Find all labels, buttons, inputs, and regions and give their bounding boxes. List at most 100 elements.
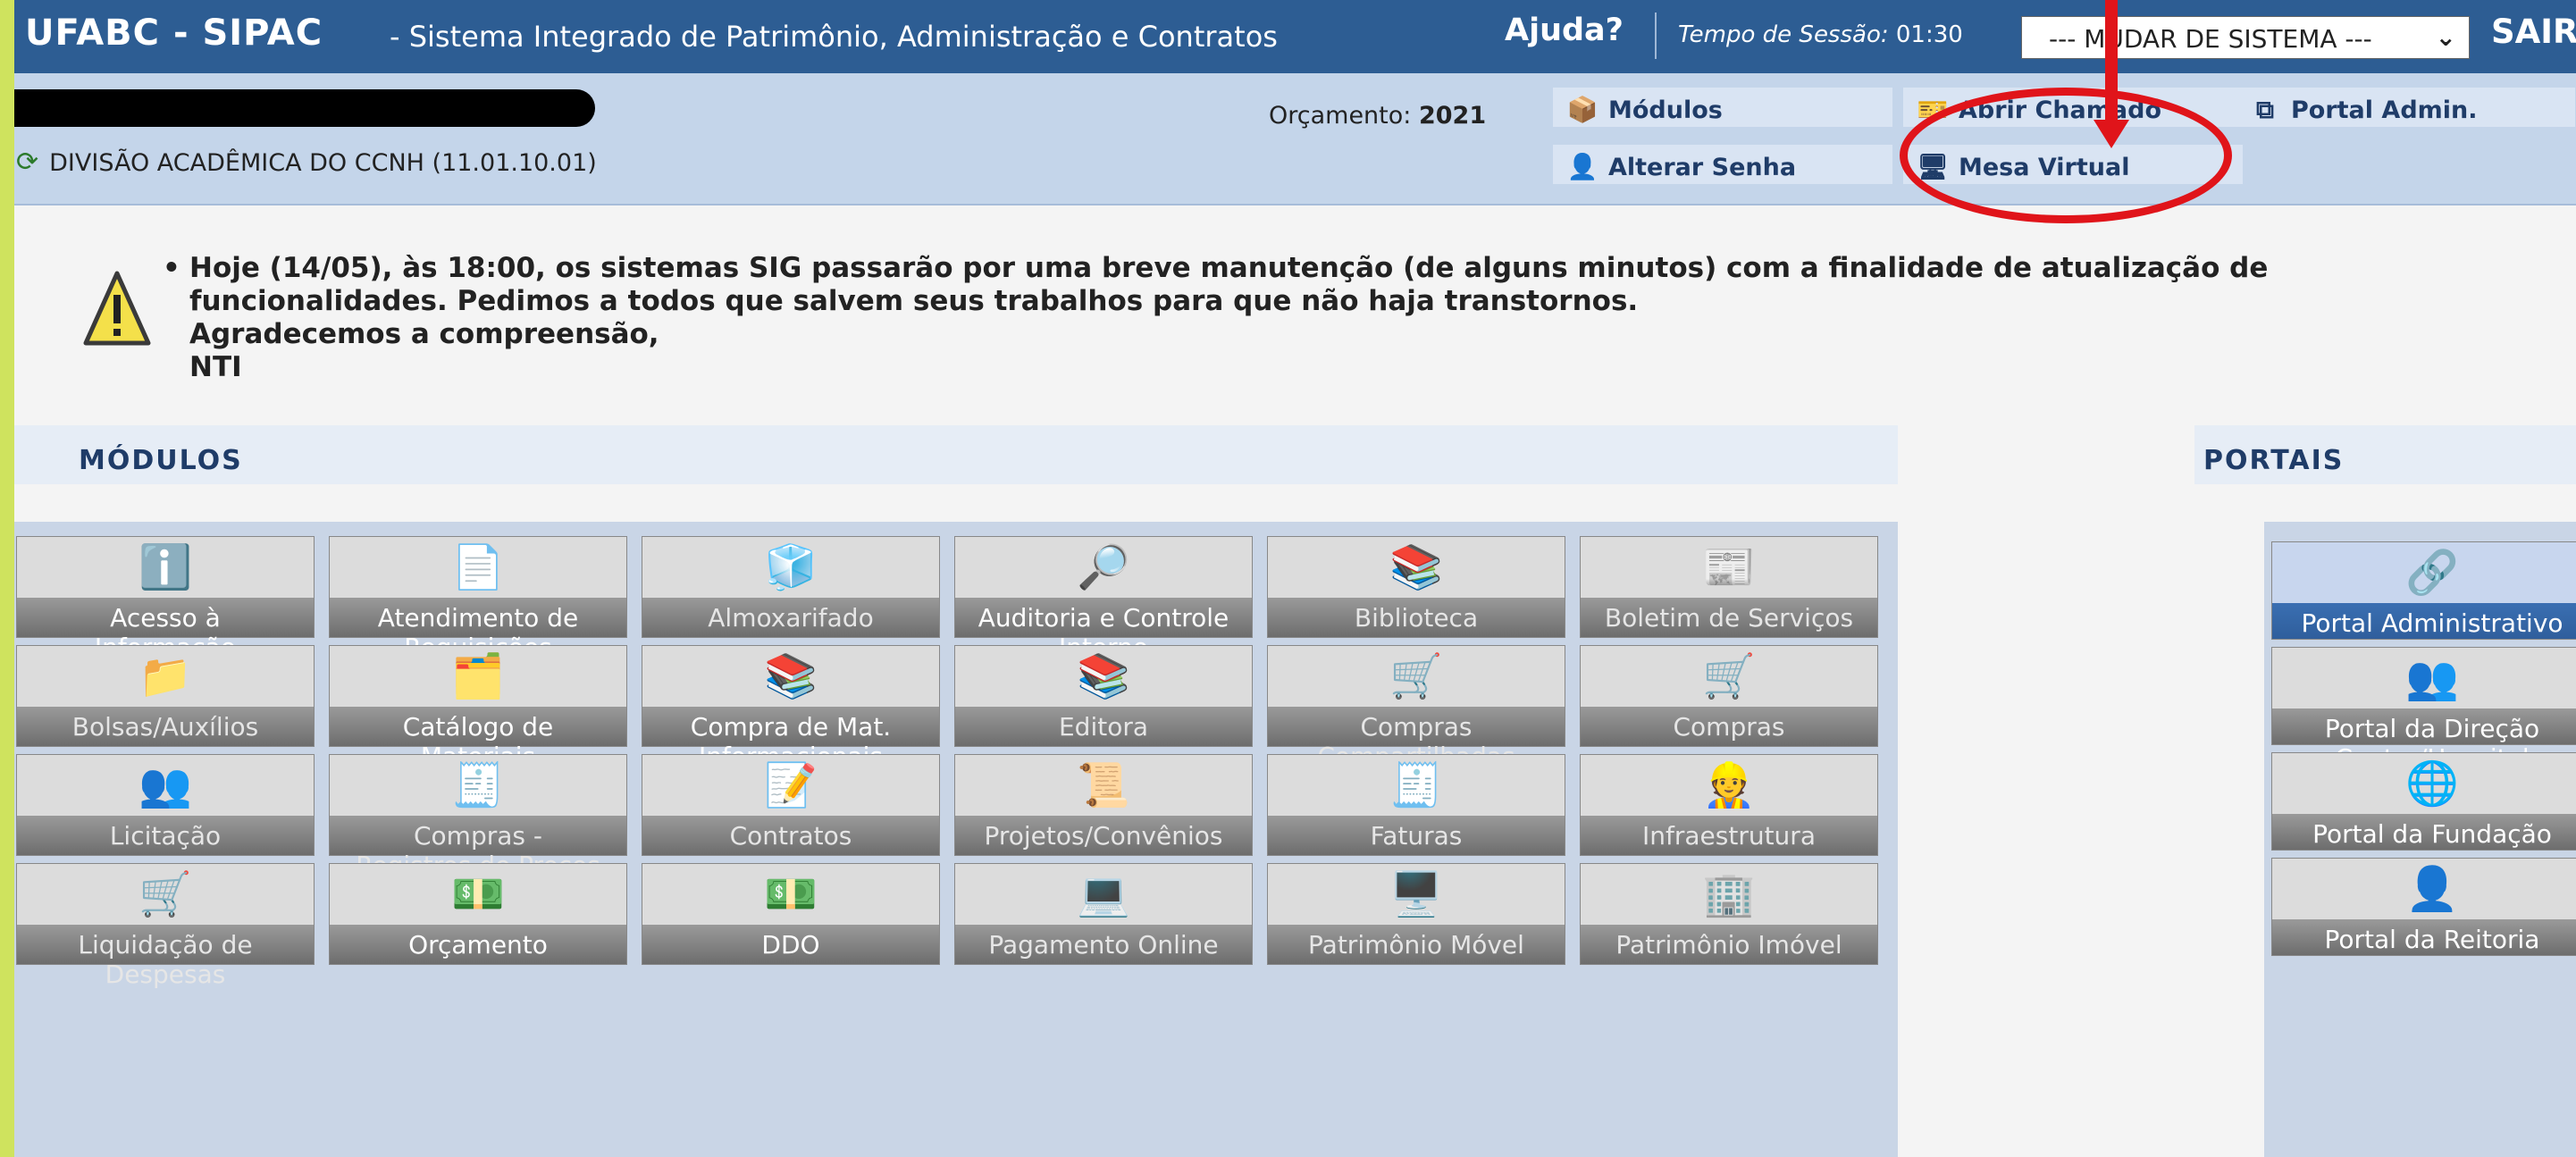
boxes-icon: 🧊 (764, 542, 818, 592)
module-tile[interactable]: ℹ️Acesso àInformação (16, 536, 315, 662)
module-tile[interactable]: 🧊 Almoxarifado (642, 536, 940, 638)
cart-icon: 🛒 (138, 869, 192, 919)
portal-tile[interactable]: 👤 Portal da Reitoria (2271, 858, 2576, 956)
user-unit: ⟳ DIVISÃO ACADÊMICA DO CCNH (11.01.10.01) (16, 147, 597, 178)
module-tile[interactable]: 📁 Bolsas/Auxílios (16, 645, 315, 747)
module-label-line: Catálogo de (402, 712, 554, 742)
chevron-down-icon: ⌄ (2435, 22, 2456, 52)
module-label: Licitação (17, 821, 314, 851)
user-search-icon: 🔎 (1077, 542, 1130, 592)
notice-line: Agradecemos a compreensão, (189, 318, 659, 350)
module-tile[interactable]: 💵 Orçamento (329, 863, 627, 965)
module-label: Contratos (642, 821, 939, 851)
module-label-line: Pagamento Online (988, 930, 1219, 960)
budget-year: Orçamento: 2021 (1269, 102, 1486, 130)
change-password-label: Alterar Senha (1608, 154, 1797, 181)
module-label-line: Compra de Mat. (690, 712, 892, 742)
system-select-value: --- MUDAR DE SISTEMA --- (2049, 24, 2372, 54)
portal-label: Portal Administrativo (2272, 608, 2576, 638)
unit-change-icon[interactable]: ⟳ (16, 147, 38, 178)
maintenance-notice: • Hoje (14/05), às 18:00, os sistemas SI… (163, 252, 2423, 384)
module-label-line: Orçamento (408, 930, 548, 960)
module-tile[interactable]: 👷 Infraestrutura (1580, 754, 1878, 856)
books-cart-icon: 📚 (764, 651, 818, 701)
portal-tile[interactable]: 👥Portal da DireçãoCentro/Hospital (2271, 647, 2576, 773)
module-tile[interactable]: 🛒 Liquidação de Despesas (16, 863, 315, 989)
app-name[interactable]: UFABC - SIPAC (25, 13, 323, 54)
redacted-user-name (14, 89, 595, 127)
users-icon: 👥 (2405, 653, 2459, 703)
module-label-line: Auditoria e Controle (978, 603, 1229, 633)
module-label-line: Licitação (109, 821, 222, 851)
portal-label-line: Portal Administrativo (2301, 608, 2563, 638)
portal-tile[interactable]: 🌐 Portal da Fundação (2271, 752, 2576, 851)
module-tile[interactable]: 🖥️ Patrimônio Móvel (1267, 863, 1565, 965)
portal-admin-link[interactable]: ⧉ Portal Admin. (2236, 88, 2575, 127)
module-tile[interactable]: 🛒ComprasCompartilhadas (1267, 645, 1565, 771)
module-tile[interactable]: 👥 Licitação (16, 754, 315, 856)
books-icon: 📚 (1389, 542, 1443, 592)
contract-icon: 📝 (764, 760, 818, 810)
module-tile[interactable]: 💻 Pagamento Online (954, 863, 1253, 965)
module-label-line: Compras - (414, 821, 542, 851)
module-label: Biblioteca (1268, 603, 1565, 633)
module-label: Editora (955, 712, 1252, 742)
module-tile[interactable]: 📚 Biblioteca (1267, 536, 1565, 638)
module-tile[interactable]: 📰 Boletim de Serviços (1580, 536, 1878, 638)
system-name: - Sistema Integrado de Patrimônio, Admin… (390, 20, 1278, 54)
module-label-line: Atendimento de (377, 603, 579, 633)
money-icon: 💵 (451, 869, 505, 919)
modules-grid: ℹ️Acesso àInformação📄Atendimento deRequi… (14, 522, 1898, 1157)
module-tile[interactable]: 📚 Editora (954, 645, 1253, 747)
change-password-link[interactable]: 👤 Alterar Senha (1553, 145, 1892, 184)
module-label: Faturas (1268, 821, 1565, 851)
module-label-line: DDO (761, 930, 820, 960)
network-icon: 🔗 (2405, 548, 2459, 598)
module-tile[interactable]: 🏢 Patrimônio Imóvel (1580, 863, 1878, 965)
module-label-line: Contratos (729, 821, 852, 851)
module-tile[interactable]: 📚Compra de Mat.Informacionais (642, 645, 940, 771)
modules-link-label: Módulos (1608, 96, 1723, 124)
portal-label: Portal da Fundação (2272, 819, 2576, 849)
module-tile[interactable]: 🧾 Faturas (1267, 754, 1565, 856)
module-tile[interactable]: 📝 Contratos (642, 754, 940, 856)
budget-year-value: 2021 (1418, 102, 1487, 130)
module-label-line: Despesas (105, 960, 226, 989)
budget-label: Orçamento: (1269, 102, 1412, 130)
module-label: Infraestrutura (1581, 821, 1877, 851)
notice-line: NTI (189, 351, 242, 383)
modules-section-title: MÓDULOS (79, 445, 243, 476)
session-label: Tempo de Sessão: (1678, 21, 1889, 48)
cash-register-icon: 🧾 (451, 760, 505, 810)
portal-label-line: Portal da Direção (2324, 714, 2540, 743)
worker-icon: 👷 (1702, 760, 1756, 810)
module-label-line: Faturas (1370, 821, 1463, 851)
module-label: Patrimônio Imóvel (1581, 930, 1877, 960)
module-tile[interactable]: 🗂️Catálogo deMateriais (329, 645, 627, 771)
handshake-icon: 📜 (1077, 760, 1130, 810)
portal-tile[interactable]: 🔗 Portal Administrativo (2271, 541, 2576, 640)
module-tile[interactable]: 🧾Compras -Registros de Preços (329, 754, 627, 880)
module-tile[interactable]: 🔎Auditoria e ControleInterno (954, 536, 1253, 662)
cart-icon: 🛒 (1389, 651, 1443, 701)
logout-link[interactable]: SAIR (2491, 13, 2576, 51)
module-tile[interactable]: 🛒 Compras (1580, 645, 1878, 747)
building-icon: 🏢 (1702, 869, 1756, 919)
module-label-line: Patrimônio Móvel (1308, 930, 1524, 960)
system-select[interactable]: --- MUDAR DE SISTEMA --- ⌄ (2021, 16, 2470, 59)
module-label-line: Projetos/Convênios (984, 821, 1223, 851)
catalog-icon: 🗂️ (451, 651, 505, 701)
user-key-icon: 👤 (1566, 152, 1598, 181)
info-icon: ℹ️ (138, 542, 192, 592)
module-tile[interactable]: 📄Atendimento deRequisições (329, 536, 627, 662)
module-tile[interactable]: 💵 DDO (642, 863, 940, 965)
sipac-page: UFABC - SIPAC - Sistema Integrado de Pat… (14, 0, 2576, 1157)
module-tile[interactable]: 📜 Projetos/Convênios (954, 754, 1253, 856)
laptop-payment-icon: 💻 (1077, 869, 1130, 919)
module-label: Patrimônio Móvel (1268, 930, 1565, 960)
modules-link[interactable]: 📦 Módulos (1553, 88, 1892, 127)
help-link[interactable]: Ajuda? (1505, 13, 1624, 48)
portal-admin-label: Portal Admin. (2291, 96, 2478, 124)
books-icon: 📚 (1077, 651, 1130, 701)
module-label: Liquidação de Despesas (17, 930, 314, 989)
